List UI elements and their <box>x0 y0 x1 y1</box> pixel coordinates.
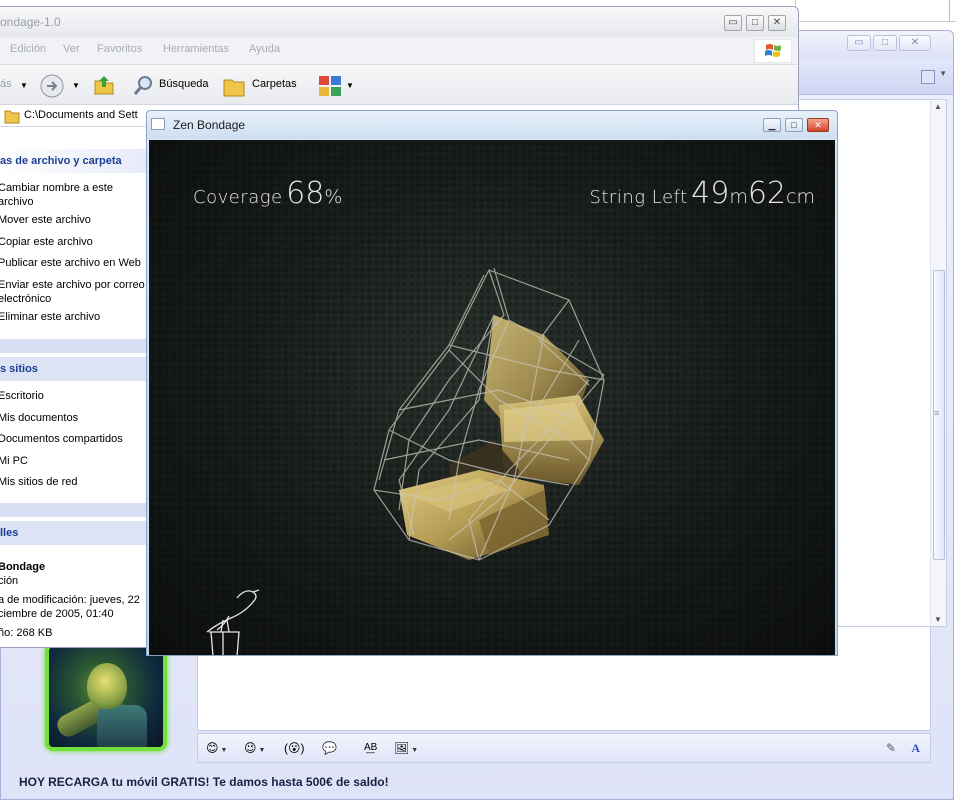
menu-edicion[interactable]: Edición <box>10 43 46 55</box>
task-pane: as de archivo y carpeta Cambiar nombre a… <box>0 127 150 647</box>
game-close-button[interactable]: ✕ <box>807 118 829 132</box>
menu-favoritos[interactable]: Favoritos <box>97 43 142 55</box>
handwriting-icon[interactable]: ✎ <box>886 740 896 756</box>
address-path[interactable]: C:\Documents and Sett <box>24 109 138 121</box>
place-shared-documents[interactable]: Documentos compartidos <box>0 432 150 446</box>
game-maximize-button[interactable]: □ <box>785 118 803 132</box>
sculpture-scene[interactable] <box>149 140 835 655</box>
details-type: ción <box>0 575 19 587</box>
place-my-pc[interactable]: Mi PC <box>0 454 150 468</box>
up-folder-icon[interactable] <box>92 73 116 97</box>
task-email[interactable]: Enviar este archivo por correo electróni… <box>0 278 150 306</box>
menu-ayuda[interactable]: Ayuda <box>249 43 280 55</box>
bird-icon <box>206 589 260 655</box>
forward-icon[interactable] <box>38 73 66 99</box>
section-divider <box>0 339 150 353</box>
game-minimize-button[interactable]: ▁ <box>763 118 781 132</box>
messenger-close-button[interactable]: ✕ <box>899 35 931 51</box>
font-icon[interactable]: A <box>911 740 920 756</box>
back-label[interactable]: ás <box>0 78 12 90</box>
file-tasks-header[interactable]: as de archivo y carpeta <box>0 149 150 173</box>
details-size: ño: 268 KB <box>0 627 53 639</box>
chevron-down-icon[interactable]: ▼ <box>939 69 947 78</box>
font-style-icon[interactable]: A͟B <box>364 740 377 756</box>
scroll-down-icon[interactable]: ▼ <box>934 615 942 624</box>
folders-button[interactable]: Carpetas <box>252 78 297 90</box>
messenger-maximize-button[interactable]: □ <box>873 35 897 51</box>
explorer-toolbar: ás ▼ ▼ Búsqueda Carpetas ▼ <box>0 65 798 105</box>
task-delete[interactable]: Eliminar este archivo <box>0 310 150 324</box>
wink-icon[interactable]: 😉 ▼ <box>244 740 265 756</box>
menu-bar: Edición Ver Favoritos Herramientas Ayuda <box>0 37 798 65</box>
forward-dropdown-icon[interactable]: ▼ <box>72 81 80 90</box>
app-icon <box>151 118 165 130</box>
other-places-header[interactable]: s sitios <box>0 357 150 381</box>
scroll-up-icon[interactable]: ▲ <box>934 102 942 111</box>
task-publish[interactable]: Publicar este archivo en Web <box>0 256 150 270</box>
search-icon[interactable] <box>132 74 156 98</box>
back-dropdown-icon[interactable]: ▼ <box>20 81 28 90</box>
windows-logo-icon <box>754 39 792 63</box>
nudge-icon[interactable]: (😮) <box>284 740 305 756</box>
avatar[interactable] <box>45 643 167 751</box>
emoticon-icon[interactable]: 😊 ▼ <box>206 740 227 756</box>
views-dropdown-icon[interactable]: ▼ <box>346 81 354 90</box>
search-button[interactable]: Búsqueda <box>159 78 209 90</box>
minimize-button[interactable]: ▭ <box>724 15 742 31</box>
voice-clip-icon[interactable]: 💬 <box>322 740 337 756</box>
background-icon[interactable]: 🖼 ▼ <box>394 740 418 756</box>
maximize-button[interactable]: □ <box>746 15 764 31</box>
game-title: Zen Bondage <box>173 118 246 132</box>
place-desktop[interactable]: Escritorio <box>0 389 150 403</box>
details-modified: a de modificación: jueves, 22 ciembre de… <box>0 594 140 620</box>
place-network[interactable]: Mis sitios de red <box>0 475 150 489</box>
folder-icon <box>4 110 20 124</box>
conversation-scrollbar[interactable]: ▲ ≡ ▼ <box>930 100 946 626</box>
menu-herramientas[interactable]: Herramientas <box>163 43 229 55</box>
close-button[interactable]: ✕ <box>768 15 786 31</box>
task-move[interactable]: Mover este archivo <box>0 213 150 227</box>
task-copy[interactable]: Copiar este archivo <box>0 235 150 249</box>
background-window <box>795 0 956 22</box>
place-my-documents[interactable]: Mis documentos <box>0 411 150 425</box>
game-titlebar: Zen Bondage ▁ □ ✕ <box>147 111 837 139</box>
ad-banner[interactable]: HOY RECARGA tu móvil GRATIS! Te damos ha… <box>1 765 953 799</box>
details-name: Bondage <box>0 561 46 573</box>
folders-icon[interactable] <box>222 74 246 98</box>
explorer-titlebar: ondage-1.0 ▭ □ ✕ <box>0 7 798 37</box>
messenger-minimize-button[interactable]: ▭ <box>847 35 871 51</box>
details-header[interactable]: lles <box>0 521 150 545</box>
emoticon-toolbar: 😊 ▼ 😉 ▼ (😮) 💬 A͟B 🖼 ▼ ✎ A <box>197 733 931 763</box>
game-canvas[interactable]: Coverage 68% String Left 49m62cm <box>149 140 835 655</box>
menu-ver[interactable]: Ver <box>63 43 80 55</box>
explorer-title: ondage-1.0 <box>0 15 61 29</box>
activities-icon[interactable] <box>921 70 935 84</box>
game-window: Zen Bondage ▁ □ ✕ Coverage 68% String Le… <box>146 110 838 656</box>
section-divider <box>0 503 150 517</box>
task-rename[interactable]: Cambiar nombre a este archivo <box>0 181 150 209</box>
views-icon[interactable] <box>318 75 344 97</box>
scroll-grip-icon: ≡ <box>934 408 940 418</box>
